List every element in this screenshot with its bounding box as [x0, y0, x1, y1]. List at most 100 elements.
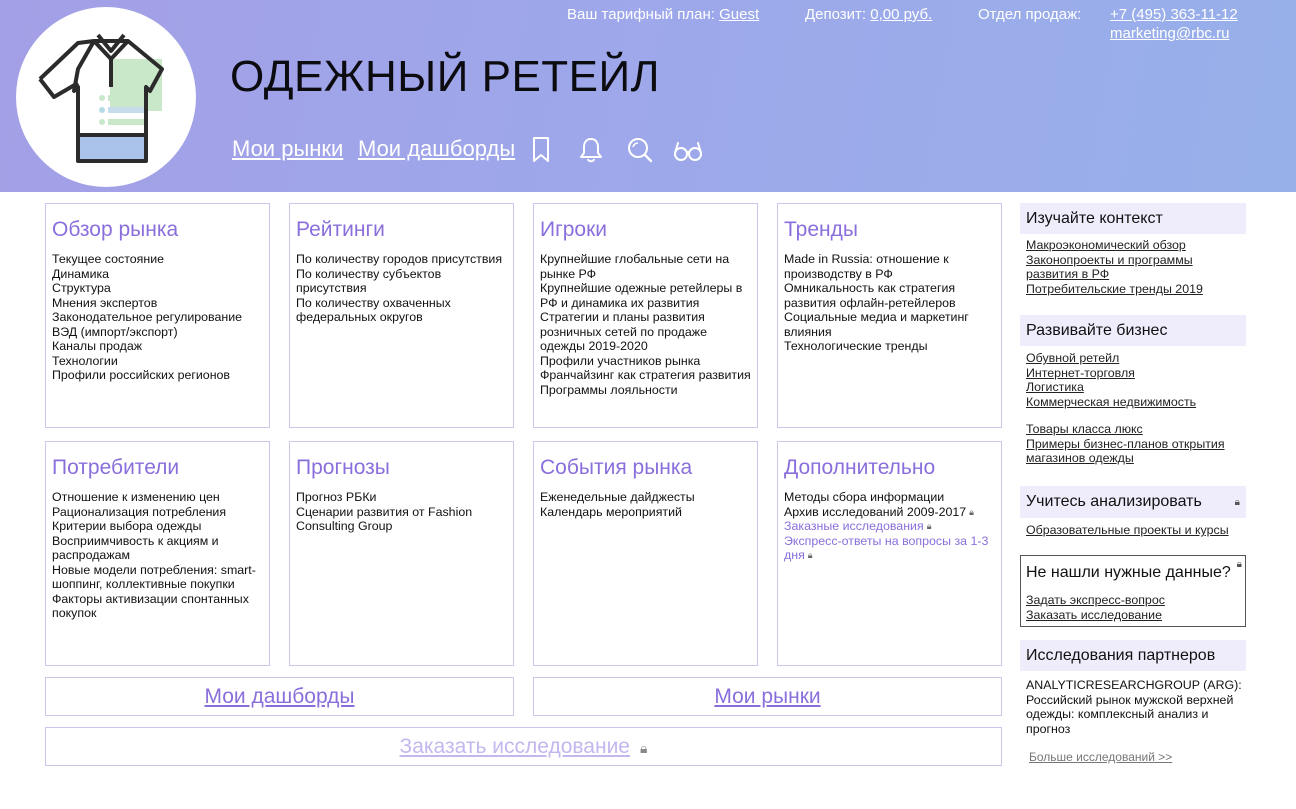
list-item[interactable]: Стратегии и планы развития розничных сет… — [540, 310, 751, 354]
sidebar-link[interactable]: Логистика — [1026, 380, 1084, 394]
tariff-link[interactable]: Guest — [719, 6, 759, 23]
lock-icon: 🔒︎ — [807, 550, 813, 560]
my-markets-link[interactable]: Мои рынки — [714, 685, 820, 708]
list-item[interactable]: Крупнейшие одежные ретейлеры в РФ и дина… — [540, 281, 751, 310]
bookmark-icon[interactable] — [530, 136, 556, 164]
list-item[interactable]: ВЭД (импорт/экспорт) — [52, 325, 263, 340]
list-item[interactable]: Профили российских регионов — [52, 368, 263, 383]
sidebar-section-business-title: Развивайте бизнес — [1020, 315, 1246, 346]
list-item[interactable]: Архив исследований 2009-2017 🔒︎ — [784, 505, 995, 520]
card-list: Отношение к изменению цен Рационализация… — [52, 490, 263, 621]
tariff-info: Ваш тарифный план: Guest — [567, 6, 759, 23]
missing-data-box: Не нашли нужные данные? 🔒︎ Задать экспре… — [1020, 555, 1246, 627]
card-trends: Тренды Made in Russia: отношение к произ… — [777, 203, 1002, 428]
list-item[interactable]: Мнения экспертов — [52, 296, 263, 311]
list-item[interactable]: Законодательное регулирование — [52, 310, 263, 325]
lock-icon: 🔒︎ — [969, 506, 974, 517]
card-title[interactable]: Рейтинги — [296, 218, 385, 242]
list-item[interactable]: Made in Russia: отношение к производству… — [784, 252, 995, 281]
tariff-label: Ваш тарифный план: — [567, 6, 715, 23]
sidebar-link[interactable]: Коммерческая недвижимость — [1026, 395, 1196, 409]
card-list: Крупнейшие глобальные сети на рынке РФ К… — [540, 252, 751, 397]
list-item-label: Экспресс-ответы на вопросы за 1-3 дня — [784, 533, 989, 563]
ask-express-question-link[interactable]: Задать экспресс-вопрос — [1026, 593, 1165, 607]
card-market-overview: Обзор рынка Текущее состояние Динамика С… — [45, 203, 270, 428]
deposit-link[interactable]: 0,00 руб. — [870, 6, 932, 23]
sidebar-section-context-title: Изучайте контекст — [1020, 203, 1246, 234]
list-item[interactable]: Прогноз РБКи — [296, 490, 507, 505]
list-item[interactable]: Восприимчивость к акциям и распродажам — [52, 534, 263, 563]
sidebar-business-links-extra: Товары класса люкс Примеры бизнес-планов… — [1026, 422, 1248, 466]
list-item[interactable]: Социальные медиа и маркетинг влияния — [784, 310, 995, 339]
card-players: Игроки Крупнейшие глобальные сети на рын… — [533, 203, 758, 428]
partner-research-item[interactable]: ANALYTICRESEARCHGROUP (ARG): Российский … — [1026, 678, 1246, 736]
card-list: Текущее состояние Динамика Структура Мне… — [52, 252, 263, 383]
sidebar-link[interactable]: Макроэкономический обзор — [1026, 238, 1186, 252]
list-item[interactable]: Программы лояльности — [540, 383, 751, 398]
sales-email-link[interactable]: marketing@rbc.ru — [1110, 25, 1229, 42]
my-dashboards-link[interactable]: Мои дашборды — [204, 685, 354, 708]
nav-my-dashboards[interactable]: Мои дашборды — [358, 136, 515, 162]
deposit-info: Депозит: 0,00 руб. — [805, 6, 932, 23]
glasses-icon[interactable] — [673, 136, 703, 164]
list-item[interactable]: Омникальность как стратегия развития офл… — [784, 281, 995, 310]
card-title[interactable]: Обзор рынка — [52, 218, 178, 242]
card-title[interactable]: Тренды — [784, 218, 858, 242]
list-item[interactable]: Методы сбора информации — [784, 490, 995, 505]
card-title[interactable]: Потребители — [52, 456, 179, 480]
sidebar-link[interactable]: Примеры бизнес-планов открытия магазинов… — [1026, 437, 1225, 466]
lock-icon: 🔒︎ — [1234, 497, 1240, 508]
search-icon[interactable] — [626, 136, 653, 164]
sales-phone-link[interactable]: +7 (495) 363-11-12 — [1110, 6, 1238, 23]
list-item[interactable]: Новые модели потребления: smart-шоппинг,… — [52, 563, 263, 592]
list-item[interactable]: Рационализация потребления — [52, 505, 263, 520]
card-list: Методы сбора информации Архив исследован… — [784, 490, 995, 563]
list-item[interactable]: По количеству охваченных федеральных окр… — [296, 296, 507, 325]
sidebar-link[interactable]: Законопроекты и программы развития в РФ — [1026, 253, 1193, 282]
list-item[interactable]: Технологии — [52, 354, 263, 369]
card-title[interactable]: События рынка — [540, 456, 692, 480]
sidebar-link[interactable]: Обувной ретейл — [1026, 351, 1119, 365]
nav-my-markets[interactable]: Мои рынки — [232, 136, 343, 162]
sidebar-section-learn: Учитесь анализировать 🔒︎ — [1020, 486, 1246, 518]
sidebar-link[interactable]: Товары класса люкс — [1026, 422, 1143, 436]
list-item[interactable]: Профили участников рынка — [540, 354, 751, 369]
list-item[interactable]: Экспресс-ответы на вопросы за 1-3 дня 🔒︎ — [784, 534, 995, 563]
list-item[interactable]: Отношение к изменению цен — [52, 490, 263, 505]
lock-icon: 🔒︎ — [1236, 559, 1242, 570]
list-item[interactable]: Крупнейшие глобальные сети на рынке РФ — [540, 252, 751, 281]
more-research-link[interactable]: Больше исследований >> — [1029, 750, 1172, 764]
list-item[interactable]: Еженедельные дайджесты — [540, 490, 751, 505]
list-item[interactable]: Франчайзинг как стратегия развития — [540, 368, 751, 383]
sidebar-link[interactable]: Образовательные проекты и курсы — [1026, 523, 1229, 537]
sidebar-section-partners-title: Исследования партнеров — [1020, 640, 1246, 671]
bell-icon[interactable] — [578, 136, 604, 164]
list-item[interactable]: Сценарии развития от Fashion Consulting … — [296, 505, 507, 534]
sidebar-link[interactable]: Интернет-торговля — [1026, 366, 1135, 380]
top-info-bar: Ваш тарифный план: Guest Депозит: 0,00 р… — [0, 6, 1296, 46]
list-item[interactable]: Факторы активизации спонтанных покупок — [52, 592, 263, 621]
list-item[interactable]: Критерии выбора одежды — [52, 519, 263, 534]
card-list: Прогноз РБКи Сценарии развития от Fashio… — [296, 490, 507, 534]
order-research-sidebar-link[interactable]: Заказать исследование — [1026, 608, 1162, 622]
list-item[interactable]: Заказные исследования 🔒︎ — [784, 519, 995, 534]
card-forecasts: Прогнозы Прогноз РБКи Сценарии развития … — [289, 441, 514, 666]
list-item[interactable]: Каналы продаж — [52, 339, 263, 354]
card-title[interactable]: Дополнительно — [784, 456, 935, 480]
card-title[interactable]: Игроки — [540, 218, 607, 242]
card-consumers: Потребители Отношение к изменению цен Ра… — [45, 441, 270, 666]
sidebar-link[interactable]: Потребительские тренды 2019 — [1026, 282, 1203, 296]
list-item[interactable]: Календарь мероприятий — [540, 505, 751, 520]
my-dashboards-panel: Мои дашборды — [45, 677, 514, 716]
sidebar-learn-links: Образовательные проекты и курсы — [1026, 523, 1248, 538]
list-item[interactable]: Технологические тренды — [784, 339, 995, 354]
list-item[interactable]: Текущее состояние — [52, 252, 263, 267]
missing-data-title: Не нашли нужные данные? — [1026, 564, 1231, 581]
card-title[interactable]: Прогнозы — [296, 456, 390, 480]
list-item[interactable]: По количеству городов присутствия — [296, 252, 507, 267]
order-research-link[interactable]: Заказать исследование — [400, 735, 630, 758]
card-ratings: Рейтинги По количеству городов присутств… — [289, 203, 514, 428]
list-item[interactable]: Структура — [52, 281, 263, 296]
list-item[interactable]: По количеству субъектов присутствия — [296, 267, 507, 296]
list-item[interactable]: Динамика — [52, 267, 263, 282]
